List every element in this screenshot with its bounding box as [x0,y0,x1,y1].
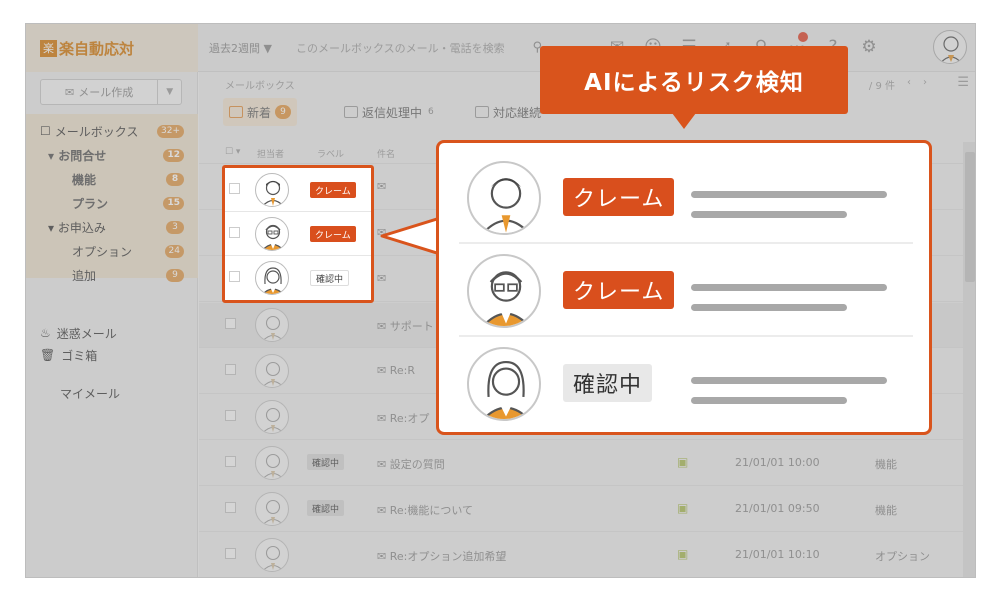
row-checkbox[interactable] [229,183,240,194]
callout-row: クレーム [459,244,913,337]
text-placeholder-line [691,304,847,311]
text-placeholder-line [691,284,887,291]
table-row[interactable]: クレーム [225,168,371,212]
risk-label-badge: 確認中 [563,364,653,402]
label-badge: 確認中 [310,270,350,286]
risk-label-badge: クレーム [563,271,675,309]
feature-banner: AIによるリスク検知 [540,46,848,114]
text-placeholder-line [691,211,847,218]
text-placeholder-line [691,397,847,404]
row-checkbox[interactable] [229,227,240,238]
avatar [467,161,541,235]
highlight-box: クレーム クレーム 確認中 [222,165,374,303]
risk-detection-callout: クレーム クレーム 確認中 [436,140,932,435]
avatar [255,217,289,251]
callout-row: 確認中 [459,337,913,430]
risk-label-badge: クレーム [563,178,675,216]
text-placeholder-line [691,191,887,198]
row-checkbox[interactable] [229,271,240,282]
callout-pointer [380,216,440,256]
label-badge: クレーム [310,182,356,198]
text-placeholder-line [691,377,887,384]
avatar [467,254,541,328]
banner-pointer [672,113,696,129]
avatar [467,347,541,421]
table-row[interactable]: 確認中 [225,256,371,300]
table-row[interactable]: クレーム [225,212,371,256]
callout-row: クレーム [459,151,913,244]
avatar [255,173,289,207]
label-badge: クレーム [310,226,356,242]
avatar [255,261,289,295]
